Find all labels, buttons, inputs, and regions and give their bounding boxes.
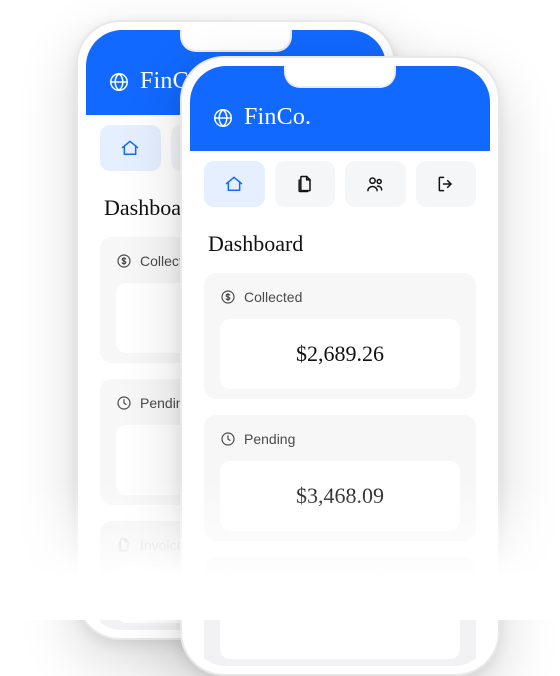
globe-icon [212, 107, 234, 129]
nav-tabs [190, 151, 490, 207]
phone-notch [284, 66, 396, 88]
card-header: Invoices [220, 573, 460, 589]
card-label: Invoices [244, 573, 295, 589]
phone-frame-front: FinCo. [180, 56, 500, 676]
card-header: Collected [220, 289, 460, 305]
nav-tab-home[interactable] [204, 161, 265, 207]
page-title: Dashboard [208, 231, 476, 257]
invoices-icon [220, 573, 236, 589]
nav-tab-documents[interactable] [275, 161, 336, 207]
card-invoices: Invoices [204, 557, 476, 666]
globe-icon [108, 71, 130, 93]
home-icon [120, 138, 140, 158]
screen-front: FinCo. [190, 66, 490, 666]
card-header: Pending [220, 431, 460, 447]
documents-icon [295, 174, 315, 194]
brand-name: FinCo. [244, 104, 311, 131]
clock-icon [220, 431, 236, 447]
nav-tab-users[interactable] [345, 161, 406, 207]
clock-icon [116, 395, 132, 411]
nav-tab-exit[interactable] [416, 161, 477, 207]
users-icon [364, 174, 386, 194]
content: Dashboard Collected $2,689.26 [190, 207, 490, 666]
card-label: Pending [244, 431, 295, 447]
placeholder-block [220, 603, 460, 659]
dollar-icon [116, 253, 132, 269]
collected-value: $2,689.26 [220, 319, 460, 389]
card-pending: Pending $3,468.09 [204, 415, 476, 541]
dollar-icon [220, 289, 236, 305]
phone-notch [180, 30, 292, 52]
card-label: Collected [244, 289, 302, 305]
card-collected: Collected $2,689.26 [204, 273, 476, 399]
home-icon [224, 174, 244, 194]
nav-tab-home[interactable] [100, 125, 161, 171]
exit-icon [436, 174, 456, 194]
invoices-icon [116, 537, 132, 553]
pending-value: $3,468.09 [220, 461, 460, 531]
